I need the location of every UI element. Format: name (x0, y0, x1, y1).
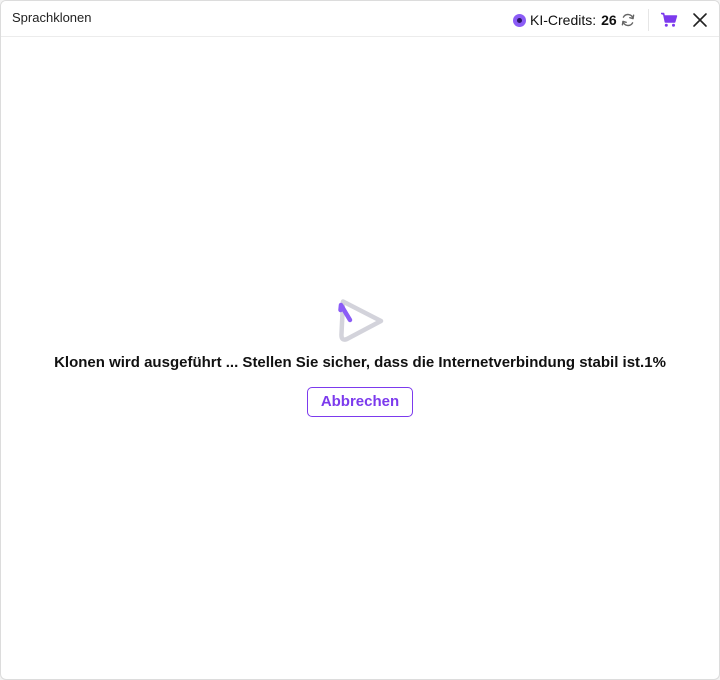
credits-coin-icon (513, 13, 526, 27)
main-content: Klonen wird ausgeführt ... Stellen Sie s… (1, 37, 719, 679)
title-bar: Sprachklonen KI-Credits: 26 (1, 1, 719, 37)
cart-icon[interactable] (660, 12, 678, 28)
credits-label: KI-Credits: (530, 12, 597, 28)
clone-status-text: Klonen wird ausgeführt ... Stellen Sie s… (54, 354, 666, 371)
header-divider (648, 9, 649, 31)
refresh-icon[interactable] (620, 12, 636, 28)
loading-spinner-icon (336, 296, 386, 346)
credits-value: 26 (601, 12, 617, 28)
ai-credits: KI-Credits: 26 (513, 11, 617, 29)
window-title: Sprachklonen (12, 10, 92, 25)
cancel-button[interactable]: Abbrechen (307, 387, 413, 417)
dialog-window: Sprachklonen KI-Credits: 26 Klonen wird … (0, 0, 720, 680)
close-icon[interactable] (692, 12, 708, 28)
